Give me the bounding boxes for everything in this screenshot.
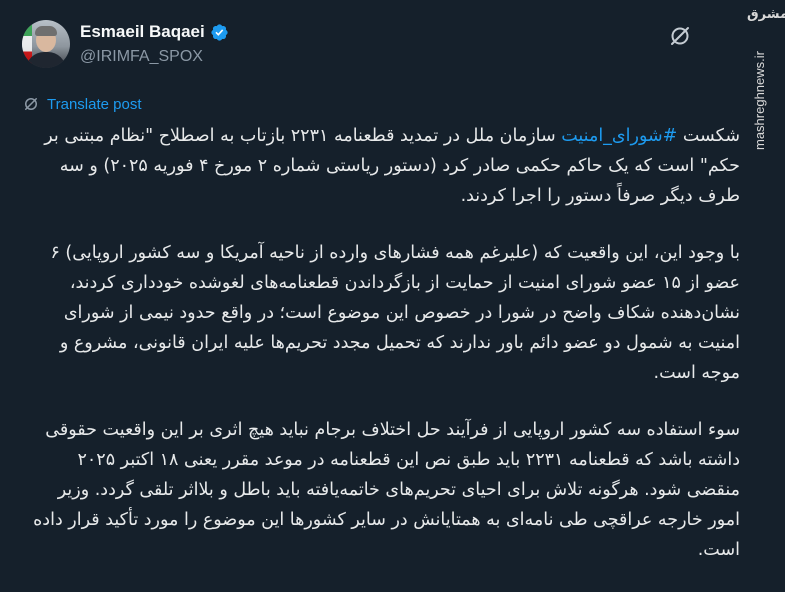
- grok-icon[interactable]: [668, 24, 692, 48]
- hashtag-link[interactable]: #شورای_امنیت: [561, 126, 677, 146]
- translate-post-link[interactable]: Translate post: [22, 95, 142, 113]
- post-paragraph-3: سوء استفاده سه کشور اروپایی از فرآیند حل…: [33, 420, 740, 560]
- avatar[interactable]: [22, 20, 70, 68]
- author-handle[interactable]: @IRIMFA_SPOX: [80, 48, 203, 66]
- translate-post-label: Translate post: [47, 95, 142, 113]
- post-body: شکست #شورای_امنیت سازمان ملل در تمدید قط…: [22, 121, 740, 592]
- grok-translate-icon: [25, 98, 37, 110]
- author-name-row: Esmaeil Baqaei: [80, 22, 229, 42]
- post-paragraph-1: شکست #شورای_امنیت سازمان ملل در تمدید قط…: [44, 126, 740, 206]
- verified-badge-icon: [211, 23, 228, 41]
- watermark-url: mashreghnews.ir: [752, 51, 767, 150]
- author-name[interactable]: Esmaeil Baqaei: [80, 22, 205, 42]
- tweet-card: Esmaeil Baqaei @IRIMFA_SPOX Translate po…: [0, 0, 742, 587]
- post-paragraph-2: با وجود این، این واقعیت که (علیرغم همه ف…: [50, 243, 740, 383]
- mashregh-logo: مشرق: [747, 7, 785, 22]
